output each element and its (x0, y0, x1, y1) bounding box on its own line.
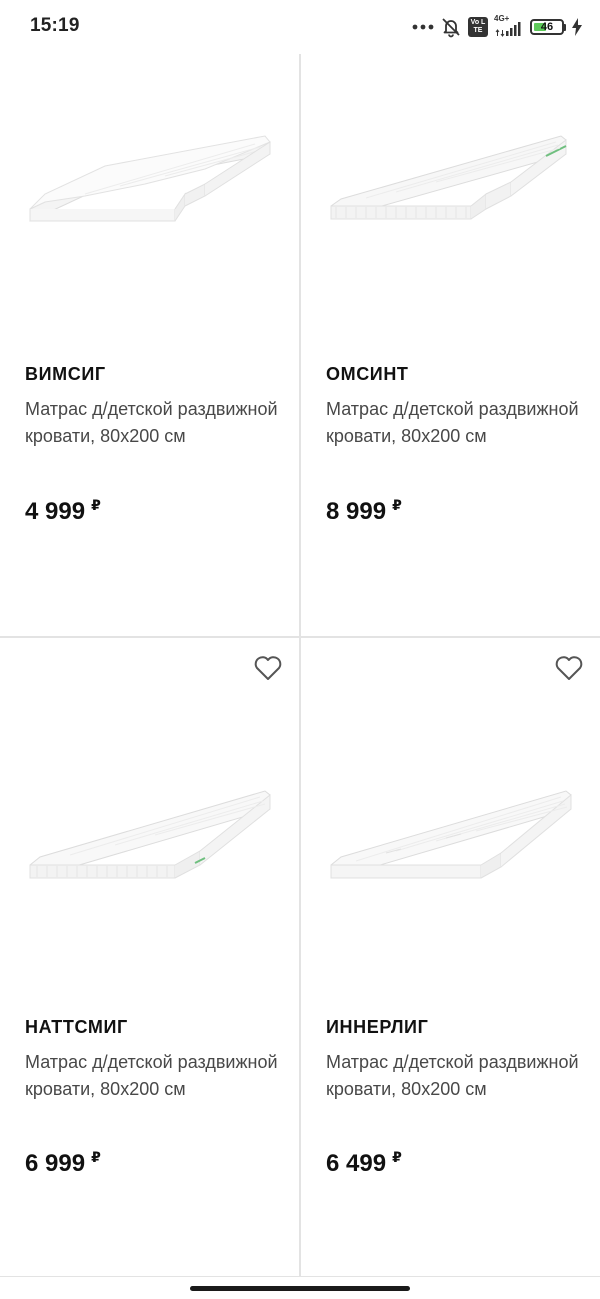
product-price: 6 999 ₽ (25, 1149, 101, 1178)
product-image[interactable] (326, 773, 576, 903)
currency-symbol: ₽ (392, 1149, 402, 1165)
price-value: 6 999 (25, 1150, 86, 1177)
product-price: 6 499 ₽ (326, 1149, 402, 1178)
signal-icon: 4G+ (494, 14, 524, 38)
favorite-heart-icon[interactable] (554, 654, 584, 682)
status-time: 15:19 (30, 15, 80, 36)
product-price: 4 999 ₽ (25, 497, 101, 526)
product-card[interactable]: ВИМСИГ Матрас д/детской раздвижной крова… (0, 54, 299, 636)
price-value: 6 499 (326, 1150, 387, 1177)
volte-icon: Vo LTE (468, 17, 488, 37)
status-bar: 15:19 Vo LTE 4G+ 46 (0, 0, 600, 54)
more-dots-icon (412, 23, 434, 31)
product-description: Матрас д/детской раздвижной кровати, 80x… (326, 399, 579, 446)
product-image[interactable] (25, 114, 275, 244)
product-name[interactable]: ОМСИНТ (326, 364, 409, 385)
product-name[interactable]: ИННЕРЛИГ (326, 1017, 428, 1038)
product-description: Матрас д/детской раздвижной кровати, 80x… (25, 399, 278, 446)
battery-level: 46 (540, 21, 554, 33)
currency-symbol: ₽ (392, 497, 402, 513)
product-card[interactable]: НАТТСМИГ Матрас д/детской раздвижной кро… (0, 638, 299, 1220)
bottom-divider (0, 1276, 600, 1277)
home-indicator[interactable] (190, 1286, 410, 1291)
currency-symbol: ₽ (91, 497, 101, 513)
currency-symbol: ₽ (91, 1149, 101, 1165)
price-value: 4 999 (25, 498, 86, 525)
favorite-heart-icon[interactable] (253, 654, 283, 682)
product-image[interactable] (326, 114, 576, 244)
price-value: 8 999 (326, 498, 387, 525)
product-description: Матрас д/детской раздвижной кровати, 80x… (326, 1052, 579, 1099)
battery: 46 (530, 19, 564, 35)
product-card[interactable]: ИННЕРЛИГ Матрас д/детской раздвижной кро… (301, 638, 600, 1220)
bell-muted-icon (440, 16, 462, 38)
product-description: Матрас д/детской раздвижной кровати, 80x… (25, 1052, 278, 1099)
status-icons: Vo LTE 4G+ 46 (412, 14, 582, 40)
product-grid: ВИМСИГ Матрас д/детской раздвижной крова… (0, 54, 600, 1277)
product-name[interactable]: ВИМСИГ (25, 364, 106, 385)
product-price: 8 999 ₽ (326, 497, 402, 526)
charging-icon (572, 18, 582, 36)
product-image[interactable] (25, 773, 275, 903)
product-card[interactable]: ОМСИНТ Матрас д/детской раздвижной крова… (301, 54, 600, 636)
product-name[interactable]: НАТТСМИГ (25, 1017, 128, 1038)
battery-icon: 46 (530, 19, 566, 35)
